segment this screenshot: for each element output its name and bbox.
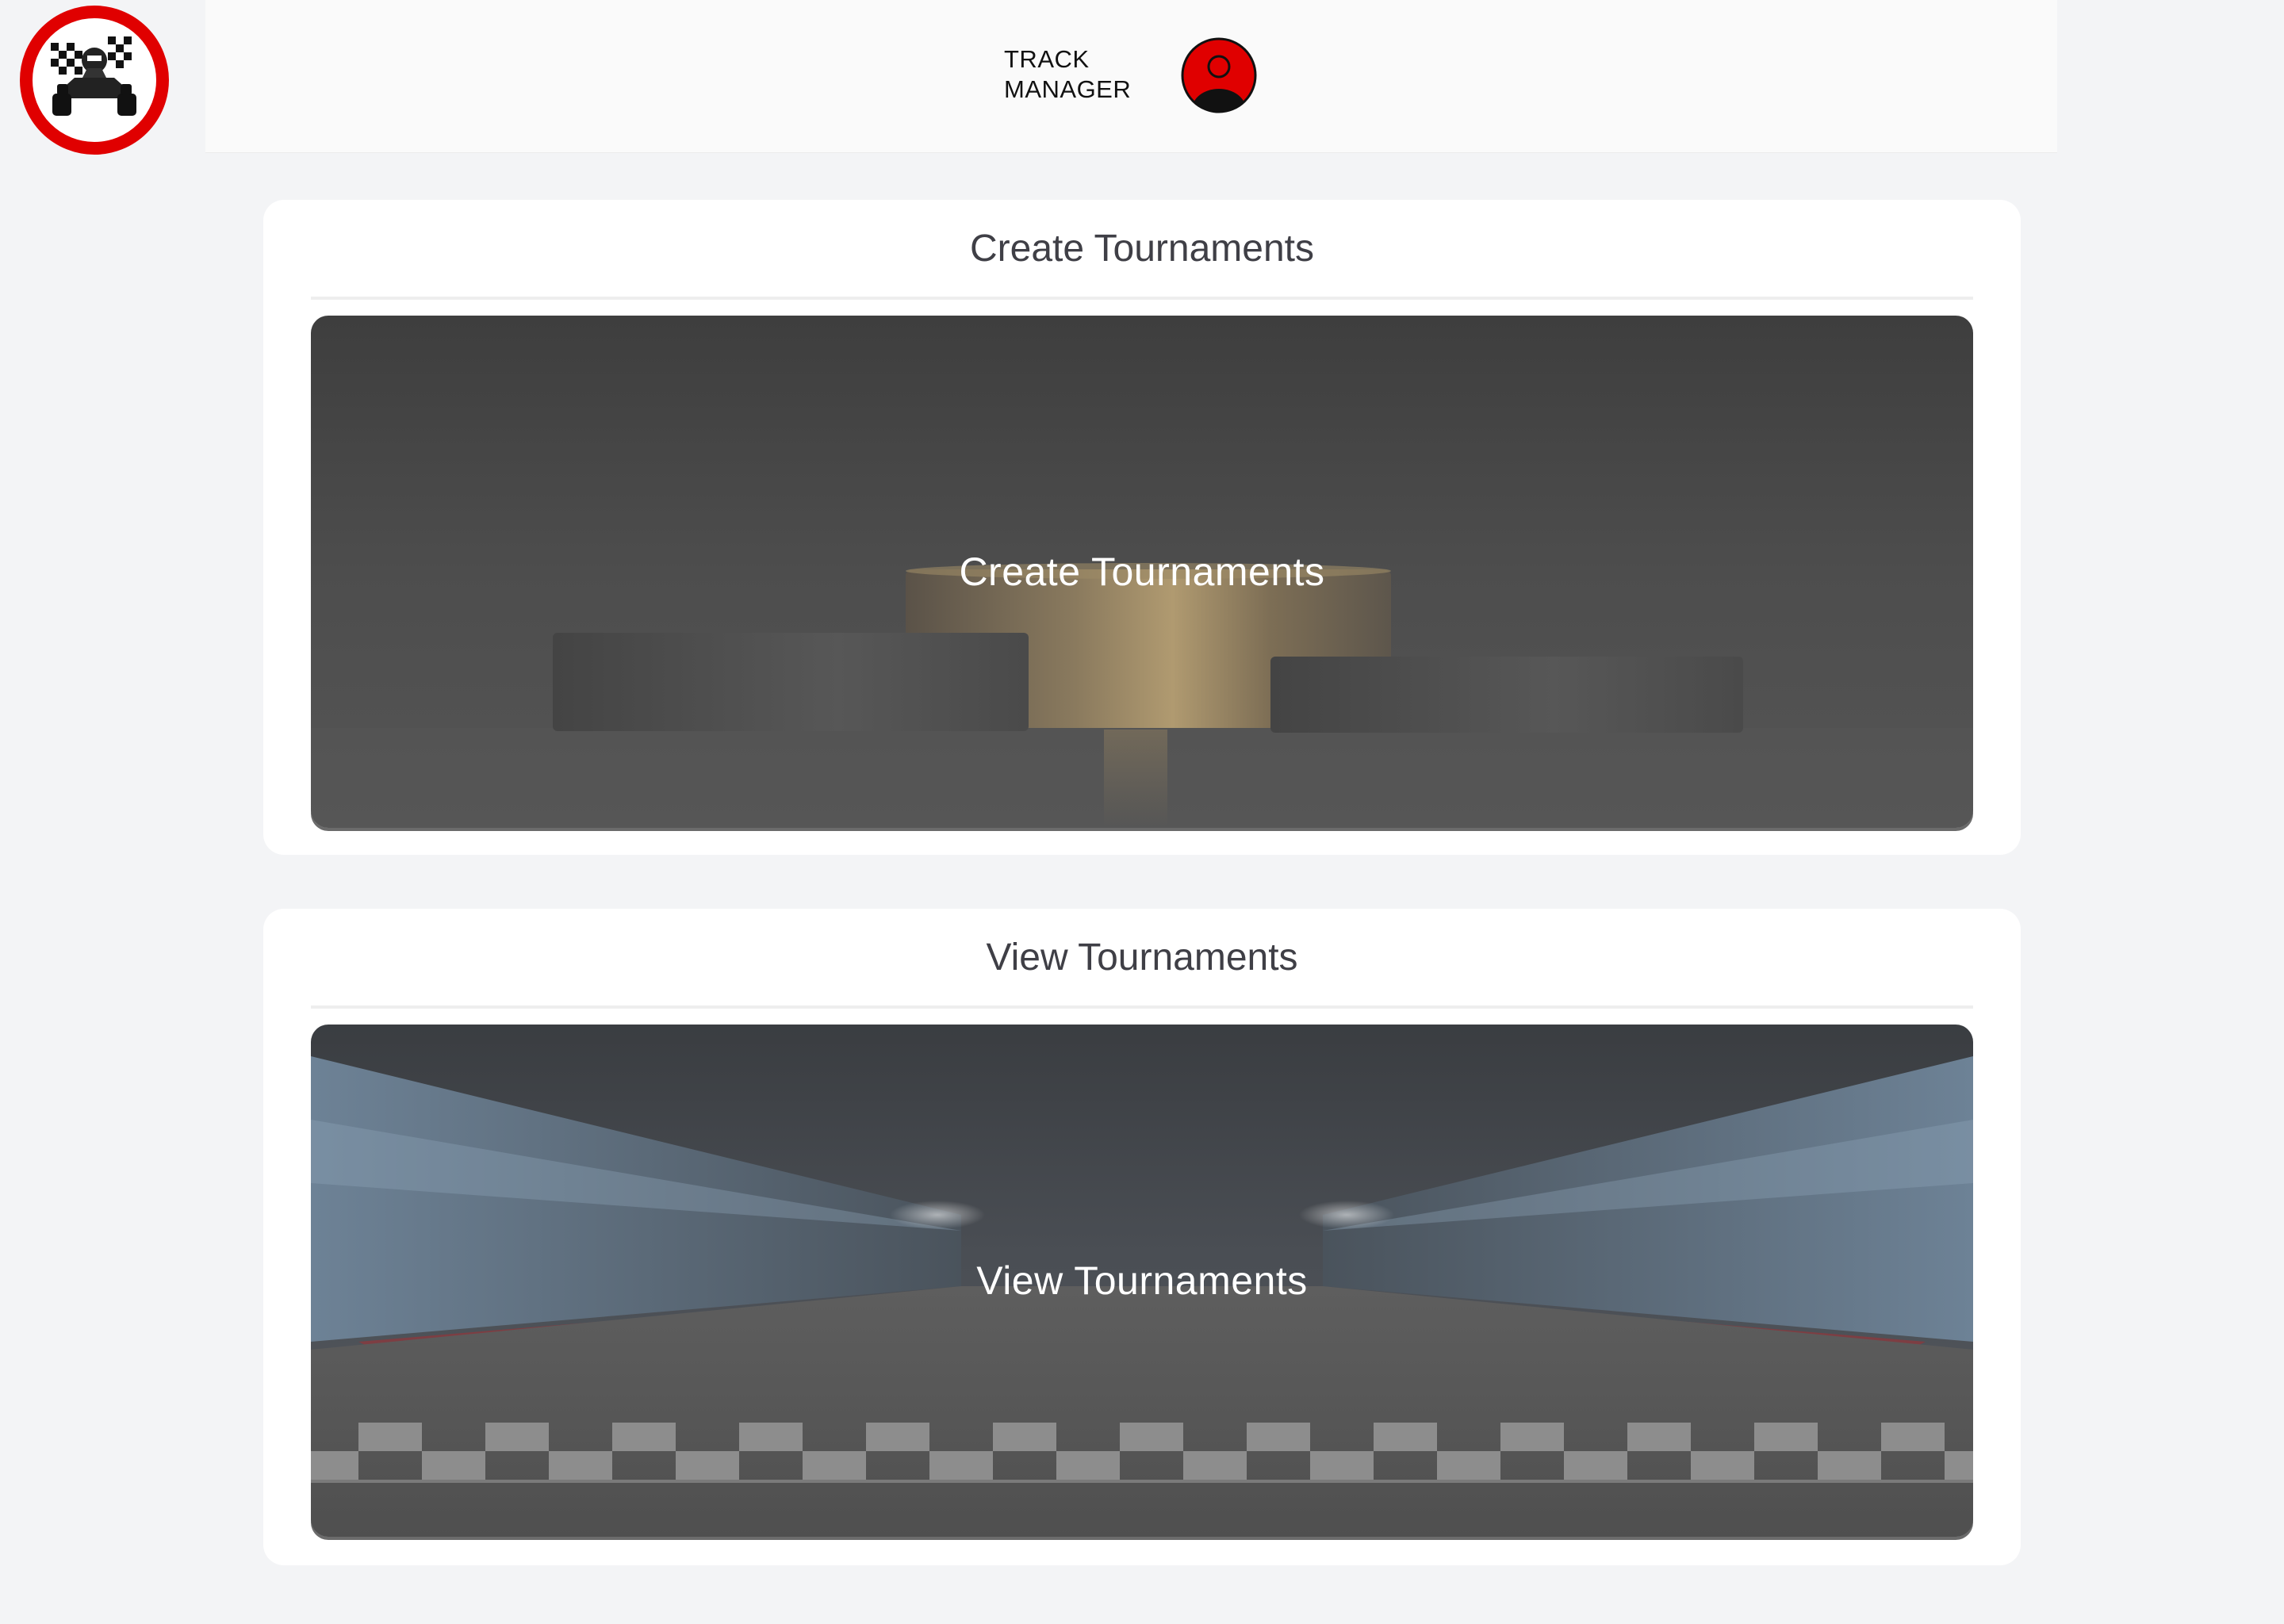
view-tournaments-card: View Tournaments View Tournaments <box>263 909 2021 1565</box>
brand-line-2: MANAGER <box>1004 75 1132 103</box>
view-tournaments-banner-label: View Tournaments <box>976 1258 1308 1303</box>
user-avatar-button[interactable] <box>1180 36 1258 114</box>
view-tournaments-title: View Tournaments <box>311 929 1973 1009</box>
go-kart-logo-icon <box>20 6 169 155</box>
create-tournaments-card: Create Tournaments Create Tournaments <box>263 200 2021 855</box>
create-tournaments-banner[interactable]: Create Tournaments <box>311 316 1973 828</box>
user-avatar-icon <box>1181 37 1257 113</box>
view-tournaments-banner[interactable]: View Tournaments <box>311 1025 1973 1537</box>
top-header <box>205 0 2057 153</box>
brand-line-1: TRACK <box>1004 45 1090 73</box>
app-logo[interactable] <box>19 5 170 155</box>
brand-title: TRACK MANAGER <box>1004 44 1131 105</box>
create-tournaments-banner-label: Create Tournaments <box>959 550 1325 594</box>
create-tournaments-title: Create Tournaments <box>311 220 1973 300</box>
